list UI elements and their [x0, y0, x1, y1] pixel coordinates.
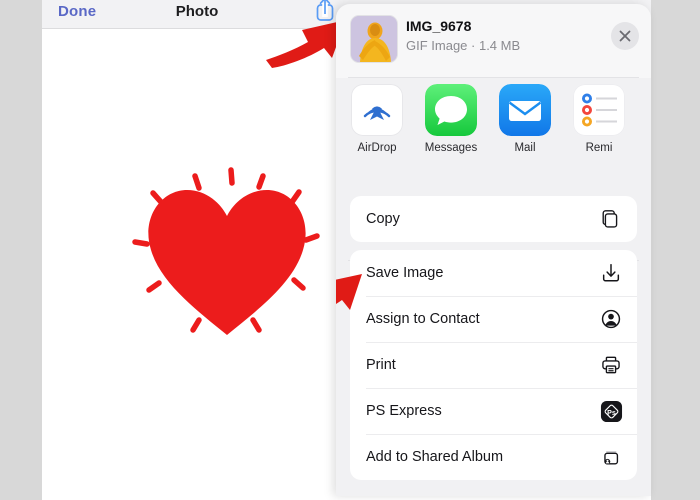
printer-icon: [599, 353, 623, 377]
reminders-icon: [573, 84, 625, 136]
messages-icon: [425, 84, 477, 136]
share-action-label: Add to Shared Album: [366, 449, 504, 465]
share-action-label: Copy: [366, 211, 400, 227]
shared-album-icon: [599, 445, 623, 469]
share-sheet: IMG_9678 GIF Image · 1.4 MB AirDrop Mess…: [336, 4, 651, 496]
share-app-label: Remi: [585, 142, 613, 154]
share-app-reminders[interactable]: Remi: [566, 84, 632, 154]
share-apps-row: AirDrop Messages Mail Remi: [336, 84, 651, 261]
person-in-yellow-hoodie-thumbnail: [350, 15, 398, 63]
page-title: Photo: [175, 3, 219, 20]
header-divider: [348, 77, 639, 78]
red-heart-illustration: [127, 160, 327, 350]
share-up-arrow-icon[interactable]: [314, 0, 336, 22]
svg-text:Ps: Ps: [607, 408, 616, 416]
share-action-label: Assign to Contact: [366, 311, 480, 327]
share-app-airdrop[interactable]: AirDrop: [344, 84, 410, 154]
share-action-label: Print: [366, 357, 396, 373]
close-icon[interactable]: [611, 22, 639, 50]
share-action-add-to-shared-album[interactable]: Add to Shared Album: [350, 434, 637, 480]
copy-documents-icon: [599, 207, 623, 231]
file-name: IMG_9678: [406, 18, 472, 34]
airdrop-icon: [351, 84, 403, 136]
share-card-actions: Save Image Assign to Contact Print PS Ex…: [350, 250, 637, 480]
ps-express-icon: Ps: [599, 399, 623, 423]
share-card-copy: Copy: [350, 196, 637, 242]
share-app-label: Messages: [424, 142, 478, 154]
share-sheet-header: IMG_9678 GIF Image · 1.4 MB: [336, 4, 651, 78]
share-action-save-image[interactable]: Save Image: [350, 250, 637, 296]
share-app-label: Mail: [514, 142, 536, 154]
screenshot-root: Done Photo IMG_9678 GIF Image · 1.4 MB A…: [0, 0, 700, 500]
contact-person-icon: [599, 307, 623, 331]
share-action-label: Save Image: [366, 265, 444, 281]
share-app-label: AirDrop: [357, 142, 397, 154]
share-action-print[interactable]: Print: [350, 342, 637, 388]
file-meta: GIF Image · 1.4 MB: [406, 38, 521, 53]
share-action-assign-to-contact[interactable]: Assign to Contact: [350, 296, 637, 342]
share-action-label: PS Express: [366, 403, 442, 419]
share-app-mail[interactable]: Mail: [492, 84, 558, 154]
share-action-copy[interactable]: Copy: [350, 196, 637, 242]
share-app-messages[interactable]: Messages: [418, 84, 484, 154]
mail-icon: [499, 84, 551, 136]
share-action-ps-express[interactable]: PS Express Ps: [350, 388, 637, 434]
save-download-icon: [599, 261, 623, 285]
